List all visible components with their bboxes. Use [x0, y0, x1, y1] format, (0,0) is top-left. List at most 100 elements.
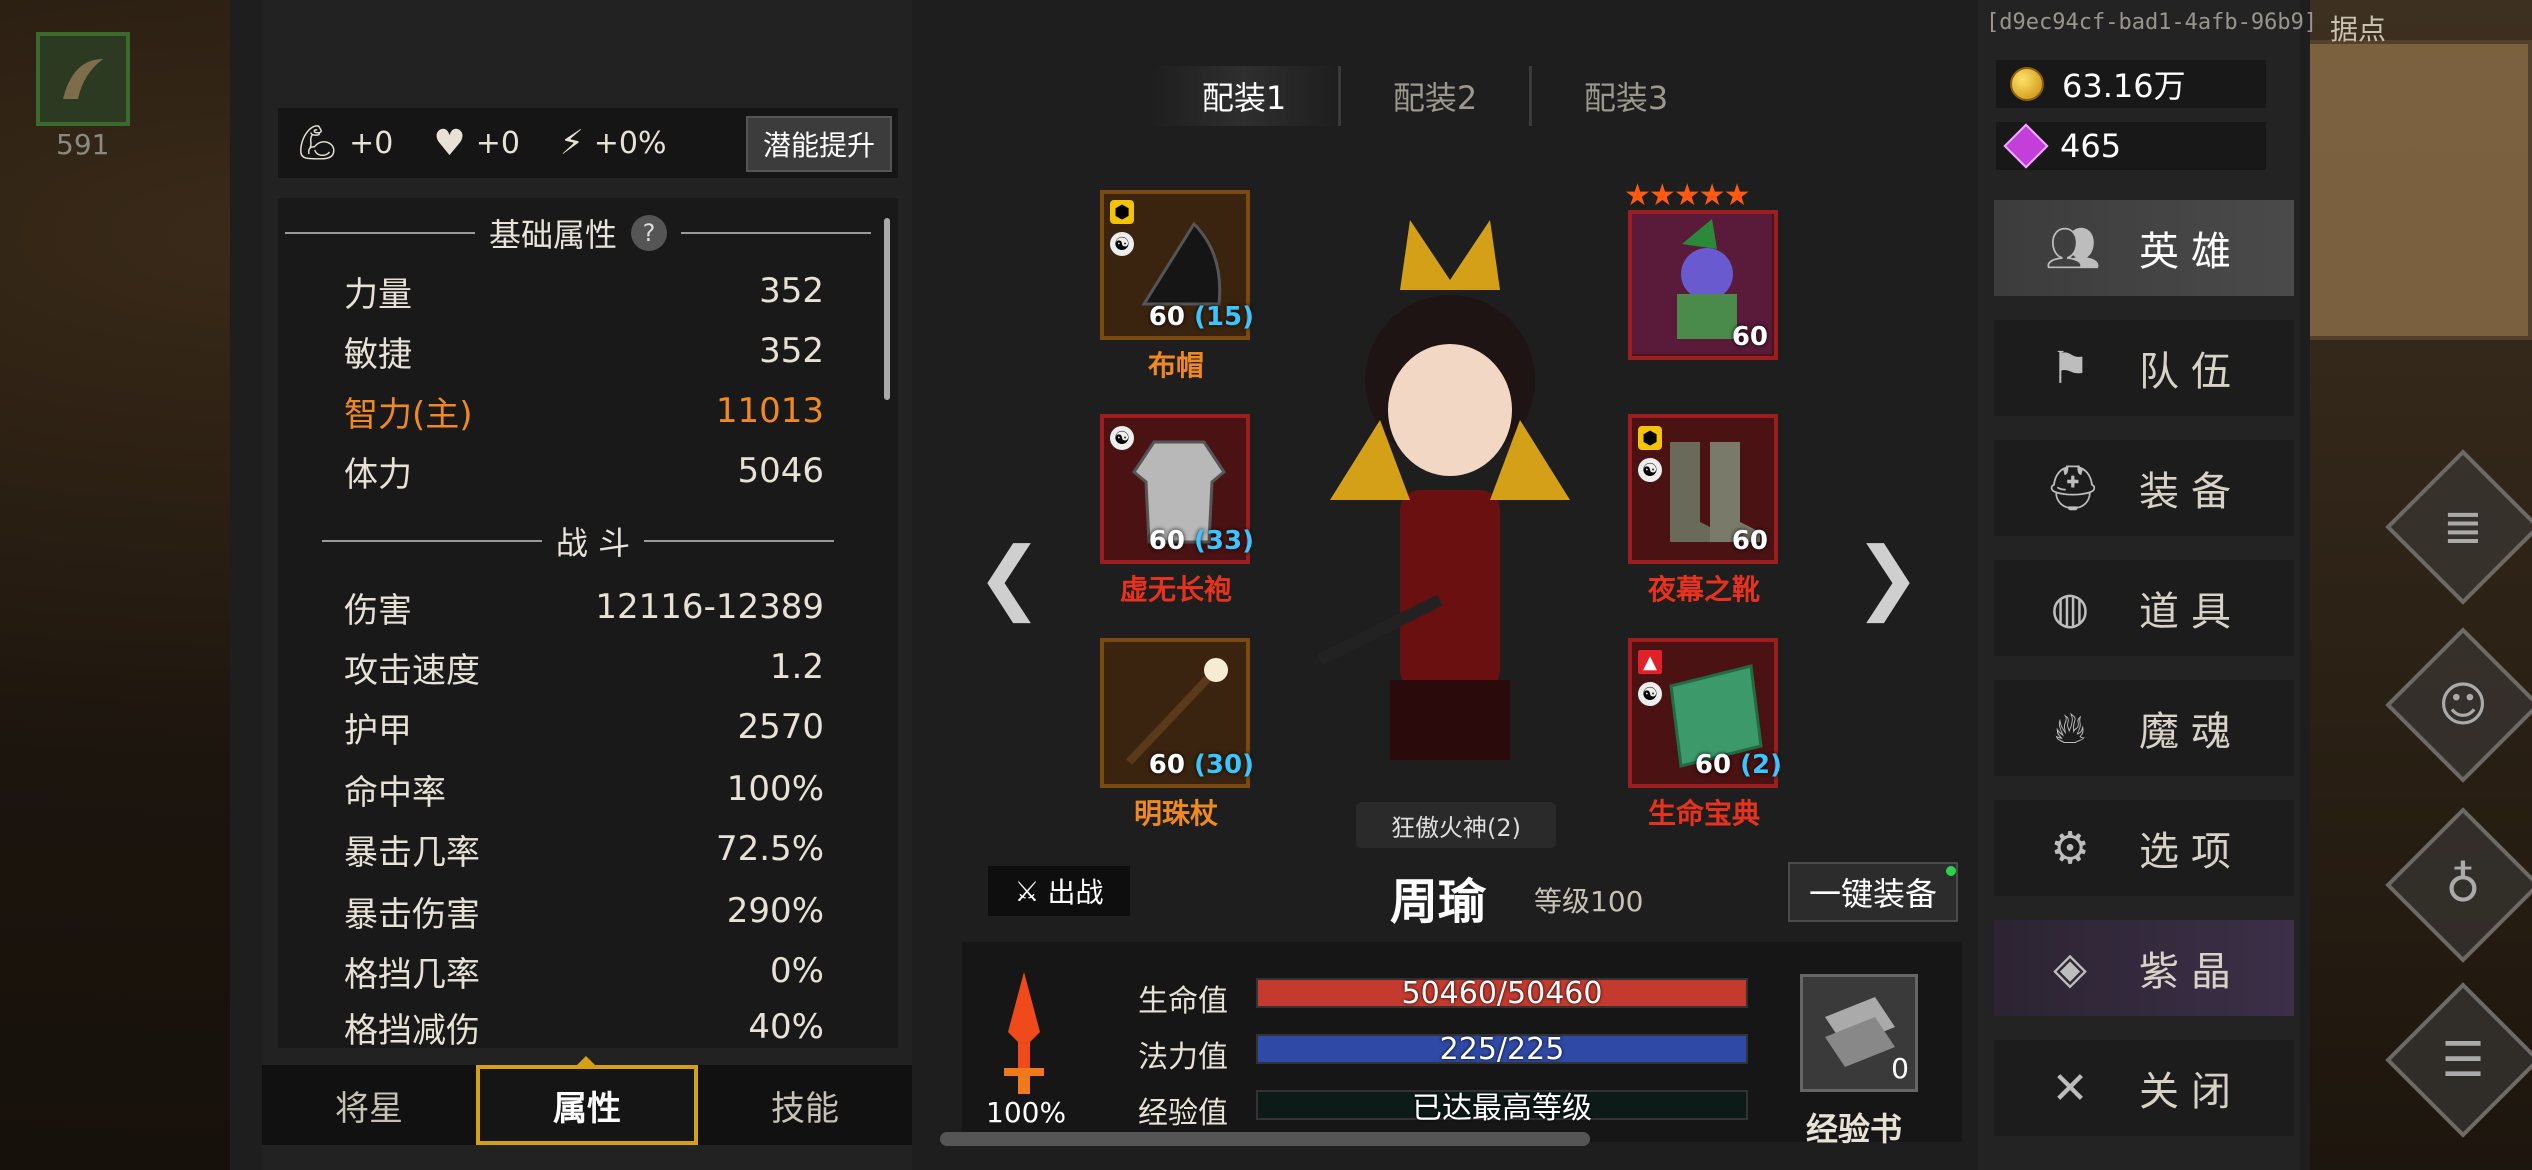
health-bonus-value: +0: [475, 125, 520, 161]
stat-value: 5046: [737, 451, 824, 491]
purple-gem-icon: [2003, 123, 2049, 169]
one-key-equip-button[interactable]: 一键装备: [1788, 862, 1958, 922]
pet-stars: ★★★★★: [1624, 178, 1750, 213]
gold-coin-icon: [2010, 67, 2044, 101]
strength-bonus-value: +0: [349, 125, 394, 161]
equip-slot-robe[interactable]: ☯ 60 (33): [1100, 414, 1254, 564]
tab-stars[interactable]: 将星: [262, 1065, 476, 1145]
menu-label: 关闭: [2139, 1069, 2243, 1115]
stat-label: 智力(主): [344, 394, 473, 435]
combat-header: 战 斗: [278, 516, 878, 566]
stat-value: 352: [759, 271, 824, 311]
bag-icon: ◍: [2050, 582, 2090, 634]
divider: [321, 540, 542, 542]
menu-soul[interactable]: 🔥︎ 魔魂: [1994, 680, 2294, 776]
equip-level: 60 (33): [1148, 526, 1254, 556]
hero-name: 周瑜: [1390, 874, 1487, 930]
exp-bar: 已达最高等级: [1256, 1090, 1748, 1126]
equip-level: 60 (2): [1694, 750, 1782, 780]
stat-row-attack-speed: 攻击速度 1.2: [344, 638, 824, 696]
stats-scrollbar[interactable]: [884, 218, 890, 400]
heart-icon: ♥: [433, 122, 466, 164]
exp-book-slot[interactable]: 0: [1800, 974, 1918, 1092]
energy-bonus: ⚡︎ +0%: [560, 123, 667, 163]
menu-items[interactable]: ◍ 道具: [1994, 560, 2294, 656]
quick-item-slot[interactable]: [36, 32, 130, 126]
minimap[interactable]: [2300, 40, 2532, 340]
stat-row-crit-damage: 暴击伤害 290%: [344, 882, 824, 940]
stat-value: 2570: [737, 707, 824, 747]
stat-row-intelligence: 智力(主) 11013: [344, 382, 824, 440]
notification-dot: [1946, 866, 1956, 876]
potion-icon: ♁: [2445, 857, 2481, 913]
crossed-swords-icon: ⚔: [1014, 874, 1040, 908]
menu-label: 队伍: [2139, 349, 2243, 395]
flame-sword-icon: [1004, 972, 1044, 1094]
stat-value: 352: [759, 331, 824, 371]
menu-team[interactable]: ⚑ 队伍: [1994, 320, 2294, 416]
stat-value: 40%: [748, 1007, 824, 1047]
menu-options[interactable]: ⚙ 选项: [1994, 800, 2294, 896]
equip-slot-pet[interactable]: 60: [1628, 210, 1778, 360]
prev-hero-arrow[interactable]: ❮: [976, 530, 1043, 623]
stat-label: 暴击伤害: [344, 894, 480, 935]
horizontal-scrollbar[interactable]: [940, 1132, 1590, 1146]
menu-equipment[interactable]: ⛑︎ 装备: [1994, 440, 2294, 536]
health-bonus: ♥ +0: [433, 123, 520, 164]
help-icon[interactable]: ?: [631, 215, 667, 251]
stat-value: 11013: [715, 391, 824, 431]
bottom-tabs: 将星 属性 技能: [262, 1065, 912, 1145]
menu-close[interactable]: ✕ 关闭: [1994, 1040, 2294, 1136]
divider: [681, 232, 871, 234]
equip-slot-book[interactable]: ▲ ☯ 60 (2): [1628, 638, 1782, 788]
equip-slot-boots[interactable]: ⬢ ☯ 60: [1628, 414, 1778, 564]
lightning-icon: ⚡︎: [559, 123, 584, 163]
horn-icon: [63, 59, 103, 99]
gem-amount: 465: [2060, 127, 2122, 165]
mp-bar: 225/225: [1256, 1032, 1748, 1067]
equip-name-staff: 明珠杖: [1133, 797, 1218, 830]
stat-value: 0%: [770, 951, 824, 991]
yinyang-icon: ☯: [1638, 458, 1662, 482]
sortie-button[interactable]: ⚔ 出战: [988, 866, 1130, 916]
menu-label: 魔魂: [2139, 709, 2243, 755]
equip-level: 60: [1731, 526, 1768, 556]
stats-list[interactable]: 基础属性 ? 力量 352 敏捷 352 智力(主) 11013 体力 5046…: [278, 198, 898, 1048]
tab-loadout-2[interactable]: 配装2: [1341, 66, 1532, 126]
flame-percent: 100%: [986, 1096, 1067, 1129]
equip-slot-staff[interactable]: 60 (30): [1100, 638, 1254, 788]
equip-slot-hat[interactable]: ⬢ ☯ 60 (15): [1100, 190, 1254, 340]
next-hero-arrow[interactable]: ❯: [1854, 530, 1921, 623]
tab-attributes[interactable]: 属性: [476, 1065, 698, 1145]
stat-value: 290%: [726, 891, 824, 931]
basic-attributes-header: 基础属性 ?: [278, 208, 878, 258]
hp-label: 生命值: [1138, 984, 1228, 1019]
helmet-icon: ⛑︎: [2045, 463, 2101, 514]
stat-label: 格挡减伤: [344, 1010, 480, 1049]
minimap-label: 据点: [2330, 13, 2387, 46]
gold-amount: 63.16万: [2062, 67, 2186, 105]
tab-loadout-3[interactable]: 配装3: [1532, 66, 1720, 126]
tab-skills[interactable]: 技能: [698, 1065, 912, 1145]
equip-name-boots: 夜幕之靴: [1647, 573, 1760, 606]
tab-loadout-1[interactable]: 配装1: [1150, 66, 1341, 126]
stat-row-stamina: 体力 5046: [344, 442, 824, 500]
flag-icon: ⚑: [2050, 342, 2090, 394]
menu-label: 紫晶: [2139, 949, 2243, 995]
menu-label: 装备: [2139, 469, 2243, 515]
potential-upgrade-button[interactable]: 潜能提升: [746, 116, 892, 172]
hero-portrait: [1317, 220, 1570, 760]
exp-text: 已达最高等级: [1412, 1091, 1592, 1126]
equip-level: 60 (15): [1148, 302, 1254, 332]
divider: [644, 540, 835, 542]
users-icon: ☺: [2437, 677, 2489, 733]
stat-label: 体力: [344, 454, 412, 495]
menu-hero[interactable]: 👥︎ 英雄: [1994, 200, 2294, 296]
stat-row-block-reduction: 格挡减伤 40%: [344, 998, 824, 1048]
stat-label: 护甲: [344, 710, 412, 751]
stat-row-crit-chance: 暴击几率 72.5%: [344, 820, 824, 878]
menu-amethyst[interactable]: ◈ 紫晶: [1994, 920, 2294, 1016]
basic-attributes-title: 基础属性: [488, 216, 617, 254]
stat-label: 攻击速度: [344, 650, 480, 691]
equip-level: 60: [1731, 322, 1768, 352]
